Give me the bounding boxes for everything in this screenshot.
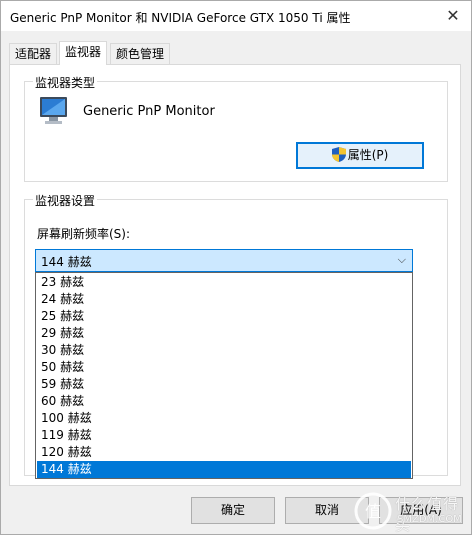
properties-dialog: Generic PnP Monitor 和 NVIDIA GeForce GTX… bbox=[0, 0, 472, 535]
refresh-option[interactable]: 100 赫兹 bbox=[37, 410, 411, 427]
window-title: Generic PnP Monitor 和 NVIDIA GeForce GTX… bbox=[10, 11, 351, 25]
refresh-rate-selected-value: 144 赫兹 bbox=[41, 255, 92, 269]
refresh-rate-label: 屏幕刷新频率(S): bbox=[37, 227, 131, 241]
refresh-option-selected[interactable]: 144 赫兹 bbox=[37, 461, 411, 478]
refresh-rate-select[interactable]: 144 赫兹 ⌵ bbox=[35, 249, 413, 272]
refresh-rate-dropdown-list[interactable]: 23 赫兹 24 赫兹 25 赫兹 29 赫兹 30 赫兹 50 赫兹 59 赫… bbox=[35, 272, 413, 479]
refresh-option[interactable]: 119 赫兹 bbox=[37, 427, 411, 444]
refresh-option[interactable]: 59 赫兹 bbox=[37, 376, 411, 393]
ok-button[interactable]: 确定 bbox=[191, 497, 275, 524]
tab-color-management[interactable]: 颜色管理 bbox=[110, 43, 171, 64]
close-icon[interactable]: ✕ bbox=[445, 8, 461, 24]
chevron-down-icon: ⌵ bbox=[397, 253, 406, 266]
tab-monitor[interactable]: 监视器 bbox=[59, 41, 108, 65]
tab-adapter[interactable]: 适配器 bbox=[9, 43, 58, 64]
monitor-type-legend: 监视器类型 bbox=[33, 74, 98, 91]
properties-button[interactable]: 属性(P) bbox=[296, 142, 424, 169]
smzdm-logo-icon: 值 bbox=[354, 492, 392, 530]
monitor-settings-legend: 监视器设置 bbox=[33, 192, 98, 209]
refresh-option[interactable]: 23 赫兹 bbox=[37, 274, 411, 291]
shield-icon bbox=[331, 147, 346, 162]
refresh-option[interactable]: 50 赫兹 bbox=[37, 359, 411, 376]
refresh-option[interactable]: 24 赫兹 bbox=[37, 291, 411, 308]
monitor-icon bbox=[40, 97, 67, 124]
svg-text:值: 值 bbox=[365, 502, 381, 521]
refresh-option[interactable]: 30 赫兹 bbox=[37, 342, 411, 359]
watermark-site: SMZDM.COM bbox=[397, 514, 462, 525]
title-bar: Generic PnP Monitor 和 NVIDIA GeForce GTX… bbox=[1, 1, 471, 31]
refresh-option[interactable]: 29 赫兹 bbox=[37, 325, 411, 342]
refresh-option[interactable]: 25 赫兹 bbox=[37, 308, 411, 325]
watermark: 值 什么值得买 SMZDM.COM bbox=[353, 487, 471, 535]
properties-button-label: 属性(P) bbox=[347, 148, 389, 162]
refresh-option[interactable]: 60 赫兹 bbox=[37, 393, 411, 410]
monitor-name: Generic PnP Monitor bbox=[83, 104, 215, 119]
refresh-option[interactable]: 120 赫兹 bbox=[37, 444, 411, 461]
